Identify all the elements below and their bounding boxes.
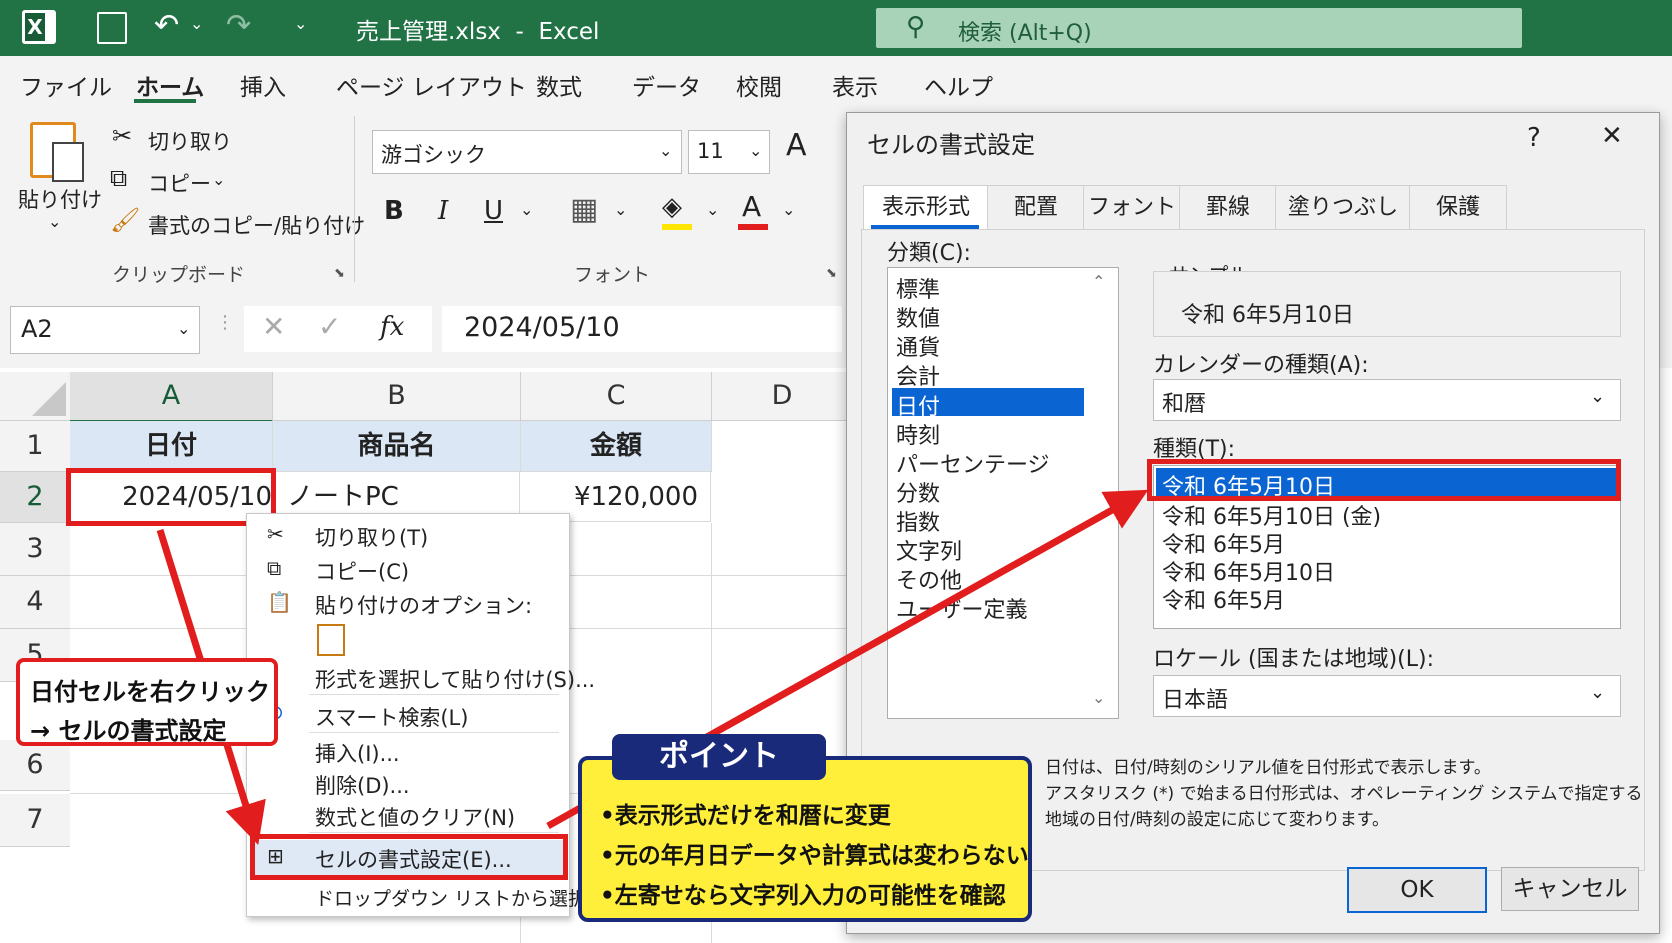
- instruction-callout: 日付セルを右クリック → セルの書式設定: [16, 658, 278, 746]
- point-line-3: •左寄せなら文字列入力の可能性を確認: [600, 883, 1006, 909]
- point-box: •表示形式だけを和暦に変更 •元の年月日データや計算式は変わらない •左寄せなら…: [578, 756, 1032, 922]
- callout-line-1: 日付セルを右クリック: [30, 678, 270, 706]
- point-line-2: •元の年月日データや計算式は変わらない: [600, 843, 1029, 869]
- point-line-1: •表示形式だけを和暦に変更: [600, 803, 891, 829]
- point-header: ポイント: [612, 734, 826, 780]
- callout-line-2: → セルの書式設定: [30, 717, 227, 745]
